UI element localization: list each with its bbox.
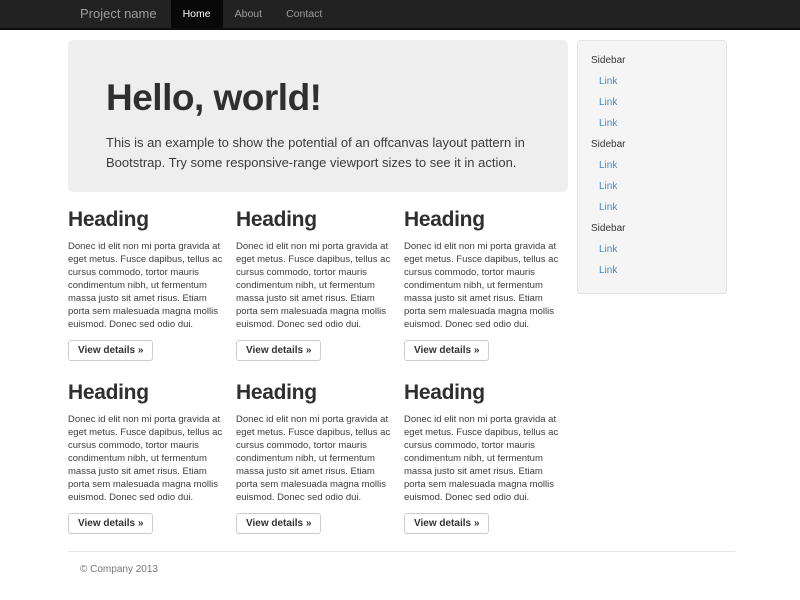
article-body: Donec id elit non mi porta gravida at eg…: [236, 240, 399, 331]
page-container: Hello, world! This is an example to show…: [68, 40, 735, 534]
nav-item-home[interactable]: Home: [171, 0, 223, 28]
sidebar-link[interactable]: Link: [590, 71, 714, 92]
sidebar-panel: Sidebar Link Link Link Sidebar Link Link…: [577, 40, 727, 294]
footer-divider: [68, 551, 735, 552]
article-heading: Heading: [404, 381, 567, 405]
article-card: Heading Donec id elit non mi porta gravi…: [404, 381, 567, 534]
article-heading: Heading: [68, 208, 231, 232]
article-heading: Heading: [68, 381, 231, 405]
jumbotron-description: This is an example to show the potential…: [106, 133, 564, 175]
article-grid: Heading Donec id elit non mi porta gravi…: [68, 208, 568, 534]
navbar-brand[interactable]: Project name: [66, 0, 171, 28]
article-body: Donec id elit non mi porta gravida at eg…: [68, 240, 231, 331]
sidebar-link[interactable]: Link: [590, 260, 714, 281]
sidebar-link[interactable]: Link: [590, 113, 714, 134]
sidebar-link[interactable]: Link: [590, 155, 714, 176]
jumbotron-title: Hello, world!: [106, 78, 530, 119]
view-details-button[interactable]: View details »: [68, 340, 153, 361]
article-card: Heading Donec id elit non mi porta gravi…: [236, 381, 399, 534]
view-details-button[interactable]: View details »: [68, 513, 153, 534]
sidebar-link[interactable]: Link: [590, 197, 714, 218]
view-details-button[interactable]: View details »: [404, 340, 489, 361]
article-body: Donec id elit non mi porta gravida at eg…: [68, 413, 231, 504]
sidebar-group-title: Sidebar: [590, 50, 714, 71]
view-details-button[interactable]: View details »: [404, 513, 489, 534]
article-heading: Heading: [236, 381, 399, 405]
article-card: Heading Donec id elit non mi porta gravi…: [68, 208, 231, 361]
article-body: Donec id elit non mi porta gravida at eg…: [236, 413, 399, 504]
copyright-text: © Company 2013: [80, 564, 735, 575]
sidebar-link[interactable]: Link: [590, 239, 714, 260]
article-body: Donec id elit non mi porta gravida at eg…: [404, 413, 567, 504]
navbar: Project name Home About Contact: [0, 0, 800, 30]
main-content: Hello, world! This is an example to show…: [68, 40, 568, 534]
sidebar-group-title: Sidebar: [590, 134, 714, 155]
view-details-button[interactable]: View details »: [236, 340, 321, 361]
jumbotron: Hello, world! This is an example to show…: [68, 40, 568, 192]
article-heading: Heading: [236, 208, 399, 232]
sidebar-group: Sidebar Link Link Link: [590, 134, 714, 218]
sidebar-group: Sidebar Link Link Link: [590, 50, 714, 134]
sidebar-group: Sidebar Link Link: [590, 218, 714, 281]
view-details-button[interactable]: View details »: [236, 513, 321, 534]
sidebar-group-title: Sidebar: [590, 218, 714, 239]
article-card: Heading Donec id elit non mi porta gravi…: [404, 208, 567, 361]
nav-item-about[interactable]: About: [223, 0, 274, 28]
nav-item-contact[interactable]: Contact: [274, 0, 334, 28]
article-card: Heading Donec id elit non mi porta gravi…: [68, 381, 231, 534]
sidebar-link[interactable]: Link: [590, 176, 714, 197]
footer: © Company 2013: [68, 551, 735, 575]
sidebar-link[interactable]: Link: [590, 92, 714, 113]
article-body: Donec id elit non mi porta gravida at eg…: [404, 240, 567, 331]
article-heading: Heading: [404, 208, 567, 232]
article-card: Heading Donec id elit non mi porta gravi…: [236, 208, 399, 361]
